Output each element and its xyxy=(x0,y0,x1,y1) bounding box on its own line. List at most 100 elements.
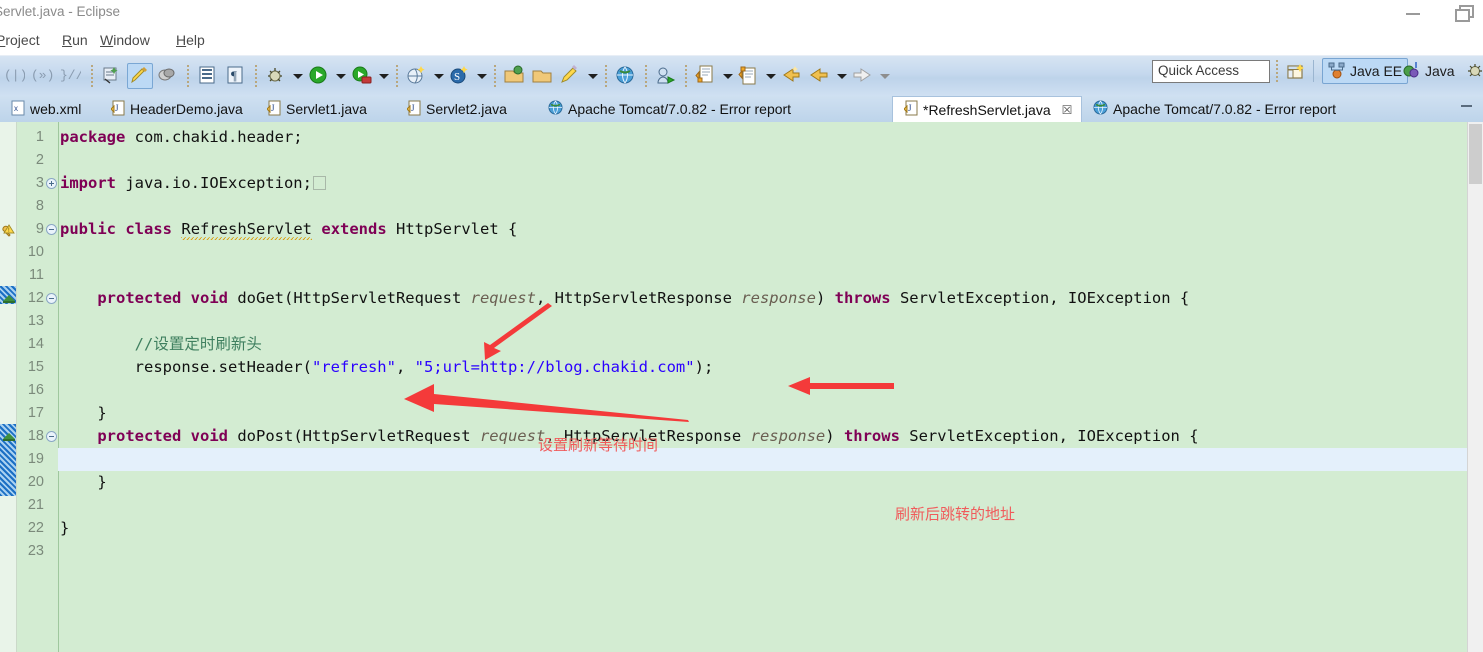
perspective-label: Java xyxy=(1425,63,1455,79)
code-line[interactable]: 9 public class RefreshServlet extends Htt… xyxy=(0,218,1483,241)
edit-dropdown-arrow-icon[interactable] xyxy=(585,63,600,89)
search-scope-icon[interactable]: S xyxy=(447,63,473,89)
run-server-icon[interactable] xyxy=(349,63,375,89)
restore-button[interactable] xyxy=(1453,2,1475,24)
code-line[interactable]: 23 xyxy=(0,540,1483,563)
new-server-dropdown-arrow-icon[interactable] xyxy=(431,63,446,89)
fold-collapse-icon[interactable] xyxy=(46,293,57,304)
highlight-icon[interactable] xyxy=(127,63,153,89)
code-line[interactable]: 10 xyxy=(0,241,1483,264)
line-number: 23 xyxy=(27,543,44,559)
back-nav-icon[interactable] xyxy=(807,63,833,89)
fold-collapse-icon[interactable] xyxy=(46,224,57,235)
debug-perspective-icon[interactable] xyxy=(155,63,181,89)
new-server-icon[interactable] xyxy=(404,63,430,89)
web-browser-icon[interactable] xyxy=(613,63,639,89)
debug-dropdown-arrow-icon[interactable] xyxy=(290,63,305,89)
editor-tab-apache-tomcat-7-0-82-error-report[interactable]: Apache Tomcat/7.0.82 - Error report xyxy=(537,96,892,122)
perspective-java[interactable]: Java xyxy=(1398,58,1460,84)
editor-tab-label: Apache Tomcat/7.0.82 - Error report xyxy=(568,101,792,117)
menu-item-project[interactable]: Project xyxy=(0,32,40,48)
code-line[interactable]: 8 xyxy=(0,195,1483,218)
toggle-block-selection-icon[interactable]: (|) xyxy=(3,63,29,89)
editor-tab-servlet1-java[interactable]: J Servlet1.java xyxy=(256,96,396,122)
back-nav-dropdown-arrow-icon[interactable] xyxy=(834,63,849,89)
title-bar: Servlet.java - Eclipse xyxy=(0,0,1483,28)
java-file-icon: J xyxy=(406,100,421,119)
minimize-button[interactable] xyxy=(1403,2,1425,24)
forward-nav-icon[interactable] xyxy=(850,63,876,89)
paragraph-icon[interactable]: ¶ xyxy=(223,63,249,89)
fold-collapse-icon[interactable] xyxy=(46,431,57,442)
fold-expand-icon[interactable] xyxy=(46,178,57,189)
code-line[interactable]: 11 xyxy=(0,264,1483,287)
toggle-word-wrap-icon[interactable]: (») xyxy=(31,63,57,89)
editor-tab-refreshservlet-java[interactable]: J *RefreshServlet.java ☒ xyxy=(892,96,1082,122)
toolbar-separator xyxy=(494,65,496,87)
quick-access-input[interactable]: Quick Access xyxy=(1152,60,1270,83)
scrollbar-thumb[interactable] xyxy=(1469,124,1482,184)
java-file-icon: J xyxy=(110,100,125,119)
menu-item-help[interactable]: Help xyxy=(176,32,205,48)
back-history-icon[interactable] xyxy=(779,63,805,89)
xml-file-icon: x xyxy=(11,100,25,119)
minimize-editor-icon[interactable] xyxy=(1459,99,1475,115)
code-line[interactable]: 21 xyxy=(0,494,1483,517)
line-number: 22 xyxy=(27,520,44,536)
toolbar-separator xyxy=(255,65,257,87)
code-line[interactable]: 22} xyxy=(0,517,1483,540)
redirect-url-note: 刷新后跳转的地址 xyxy=(895,505,1016,523)
edit-icon[interactable] xyxy=(558,63,584,89)
run-icon[interactable] xyxy=(306,63,332,89)
run-as-icon[interactable] xyxy=(653,63,679,89)
editor-tab-servlet2-java[interactable]: J Servlet2.java xyxy=(396,96,537,122)
debug-perspective-icon xyxy=(1466,61,1483,82)
code-line[interactable]: 13 xyxy=(0,310,1483,333)
close-tab-icon[interactable]: ☒ xyxy=(1062,103,1073,117)
menu-item-run[interactable]: Run xyxy=(62,32,88,48)
code-text: } xyxy=(60,473,107,491)
code-line[interactable]: 1 package com.chakid.header; xyxy=(0,126,1483,149)
perspective-java-ee[interactable]: Java EE xyxy=(1322,58,1409,84)
code-line[interactable]: 12 protected void doGet(HttpServletReque… xyxy=(0,287,1483,310)
perspective-divider xyxy=(1313,60,1314,82)
open-package-icon[interactable] xyxy=(502,63,528,89)
search-scope-dropdown-arrow-icon[interactable] xyxy=(474,63,489,89)
editor-tab-headerdemo-java[interactable]: J HeaderDemo.java xyxy=(100,96,256,122)
debug-icon[interactable] xyxy=(263,63,289,89)
code-line[interactable]: 14 //设置定时刷新头 xyxy=(0,333,1483,356)
web-page-icon xyxy=(548,100,563,118)
editor-tab-apache-tomcat-7-0-82-error-report[interactable]: Apache Tomcat/7.0.82 - Error report xyxy=(1082,96,1432,122)
previous-annotation-icon[interactable] xyxy=(693,63,719,89)
code-line[interactable]: 16 xyxy=(0,379,1483,402)
line-number: 16 xyxy=(27,382,44,398)
code-line[interactable]: 18 protected void doPost(HttpServletRequ… xyxy=(0,425,1483,448)
code-line[interactable]: 15 response.setHeader("refresh", "5;url=… xyxy=(0,356,1483,379)
code-line[interactable]: 3 import java.io.IOException; xyxy=(0,172,1483,195)
code-line[interactable]: 2 xyxy=(0,149,1483,172)
editor-vertical-scrollbar[interactable] xyxy=(1467,122,1483,652)
editor-tab-web-xml[interactable]: x web.xml xyxy=(0,96,100,122)
code-line[interactable]: 20 } xyxy=(0,471,1483,494)
code-editor[interactable]: 1 package com.chakid.header; 2 3 import java… xyxy=(0,122,1483,652)
open-folder-icon[interactable] xyxy=(530,63,556,89)
next-annotation-dropdown-arrow-icon[interactable] xyxy=(763,63,778,89)
forward-nav-dropdown-arrow-icon[interactable] xyxy=(877,63,892,89)
code-line[interactable]: 19 xyxy=(0,448,1483,471)
toolbar-separator xyxy=(645,65,647,87)
toggle-mark-occurrences-icon[interactable]: }// xyxy=(59,63,85,89)
show-whitespace-icon[interactable] xyxy=(195,63,221,89)
perspective-debug[interactable] xyxy=(1461,58,1483,84)
open-perspective-icon[interactable] xyxy=(1284,60,1308,84)
svg-text:J: J xyxy=(115,103,119,113)
new-wizard-icon[interactable] xyxy=(99,63,125,89)
menu-item-window[interactable]: Window xyxy=(100,32,150,48)
run-dropdown-arrow-icon[interactable] xyxy=(333,63,348,89)
code-line[interactable]: 17 } xyxy=(0,402,1483,425)
toolbar-separator xyxy=(685,65,687,87)
toolbar-separator xyxy=(605,65,607,87)
toolbar-separator xyxy=(1276,60,1278,82)
next-annotation-icon[interactable] xyxy=(736,63,762,89)
previous-annotation-dropdown-arrow-icon[interactable] xyxy=(720,63,735,89)
run-server-dropdown-arrow-icon[interactable] xyxy=(376,63,391,89)
